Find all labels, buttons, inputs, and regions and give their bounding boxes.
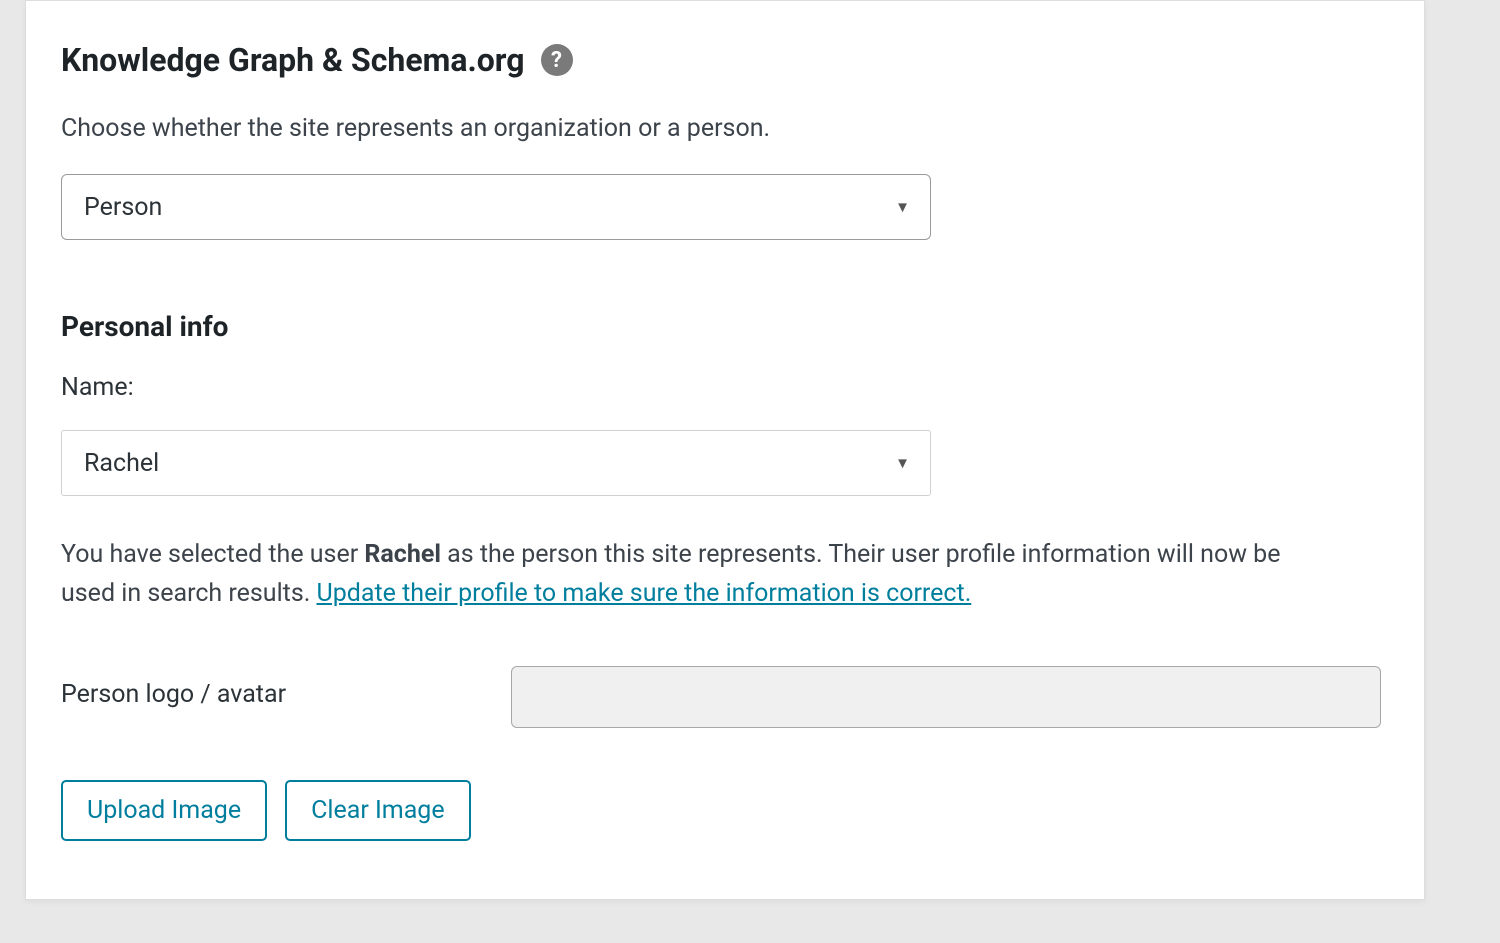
section-title-row: Knowledge Graph & Schema.org ? bbox=[61, 41, 1389, 79]
entity-type-select-wrapper: Person ▼ bbox=[61, 174, 931, 240]
info-text-prefix: You have selected the user bbox=[61, 540, 364, 569]
name-select-wrapper: Rachel ▼ bbox=[61, 430, 931, 496]
avatar-button-row: Upload Image Clear Image bbox=[61, 780, 1389, 841]
chevron-down-icon: ▼ bbox=[895, 198, 910, 216]
info-text-username: Rachel bbox=[364, 540, 441, 569]
name-select[interactable]: Rachel ▼ bbox=[61, 430, 931, 496]
personal-info-title: Personal info bbox=[61, 310, 1389, 343]
section-description: Choose whether the site represents an or… bbox=[61, 111, 1389, 146]
name-label: Name: bbox=[61, 373, 1389, 402]
avatar-row: Person logo / avatar bbox=[61, 666, 1389, 728]
entity-type-select[interactable]: Person ▼ bbox=[61, 174, 931, 240]
settings-panel: Knowledge Graph & Schema.org ? Choose wh… bbox=[25, 0, 1425, 900]
help-icon[interactable]: ? bbox=[541, 44, 573, 76]
section-title: Knowledge Graph & Schema.org bbox=[61, 41, 525, 79]
avatar-input[interactable] bbox=[511, 666, 1381, 728]
upload-image-button[interactable]: Upload Image bbox=[61, 780, 267, 841]
update-profile-link[interactable]: Update their profile to make sure the in… bbox=[317, 579, 972, 608]
name-select-value: Rachel bbox=[84, 449, 159, 478]
chevron-down-icon: ▼ bbox=[895, 454, 910, 472]
clear-image-button[interactable]: Clear Image bbox=[285, 780, 471, 841]
selected-user-info: You have selected the user Rachel as the… bbox=[61, 536, 1321, 614]
entity-type-select-value: Person bbox=[84, 193, 162, 222]
avatar-label: Person logo / avatar bbox=[61, 666, 501, 709]
